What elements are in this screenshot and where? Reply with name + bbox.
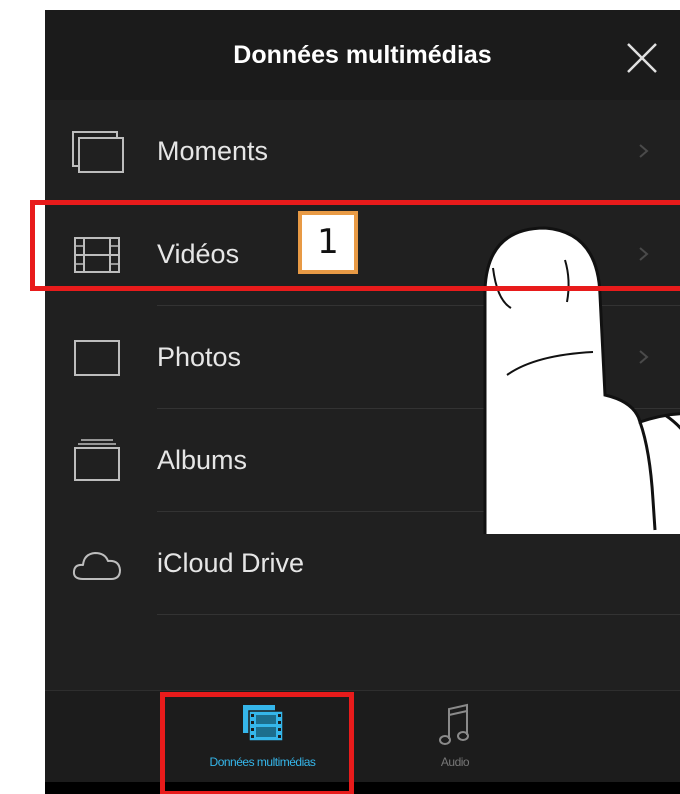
step-number: 1 (302, 215, 354, 270)
list-item-albums[interactable]: Albums (45, 409, 680, 512)
page-title: Données multimédias (233, 41, 492, 69)
chevron-right-icon (639, 556, 649, 570)
albums-icon (74, 439, 120, 481)
list-item-icloud-drive[interactable]: iCloud Drive (45, 512, 680, 615)
tab-label: Audio (440, 755, 470, 769)
navbar: Données multimédias (45, 10, 680, 100)
page: Données multimédias Moments Vidéos Photo… (0, 0, 680, 794)
media-tab-highlight-box (160, 692, 354, 794)
home-indicator-strip (45, 782, 680, 794)
moments-icon (72, 131, 124, 173)
list-item-label: Photos (157, 342, 242, 372)
list-item-photos[interactable]: Photos (45, 306, 680, 409)
photo-frame-icon (74, 340, 120, 376)
close-button[interactable] (622, 38, 662, 78)
list-item-label: Albums (157, 445, 248, 475)
chevron-right-icon (639, 350, 649, 364)
tab-audio[interactable]: Audio (405, 691, 505, 783)
list-item-label: Moments (157, 136, 269, 166)
step-badge: 1 (298, 211, 358, 274)
divider (157, 614, 680, 615)
cloud-icon (72, 552, 121, 580)
close-icon (627, 43, 657, 73)
list-item-label: iCloud Drive (157, 548, 305, 578)
chevron-right-icon (639, 144, 649, 158)
music-note-icon (439, 703, 469, 745)
tab-bar: Données multimédias Audio (45, 690, 680, 783)
list-item-moments[interactable]: Moments (45, 100, 680, 203)
media-picker-screen: Données multimédias Moments Vidéos Photo… (45, 10, 680, 794)
